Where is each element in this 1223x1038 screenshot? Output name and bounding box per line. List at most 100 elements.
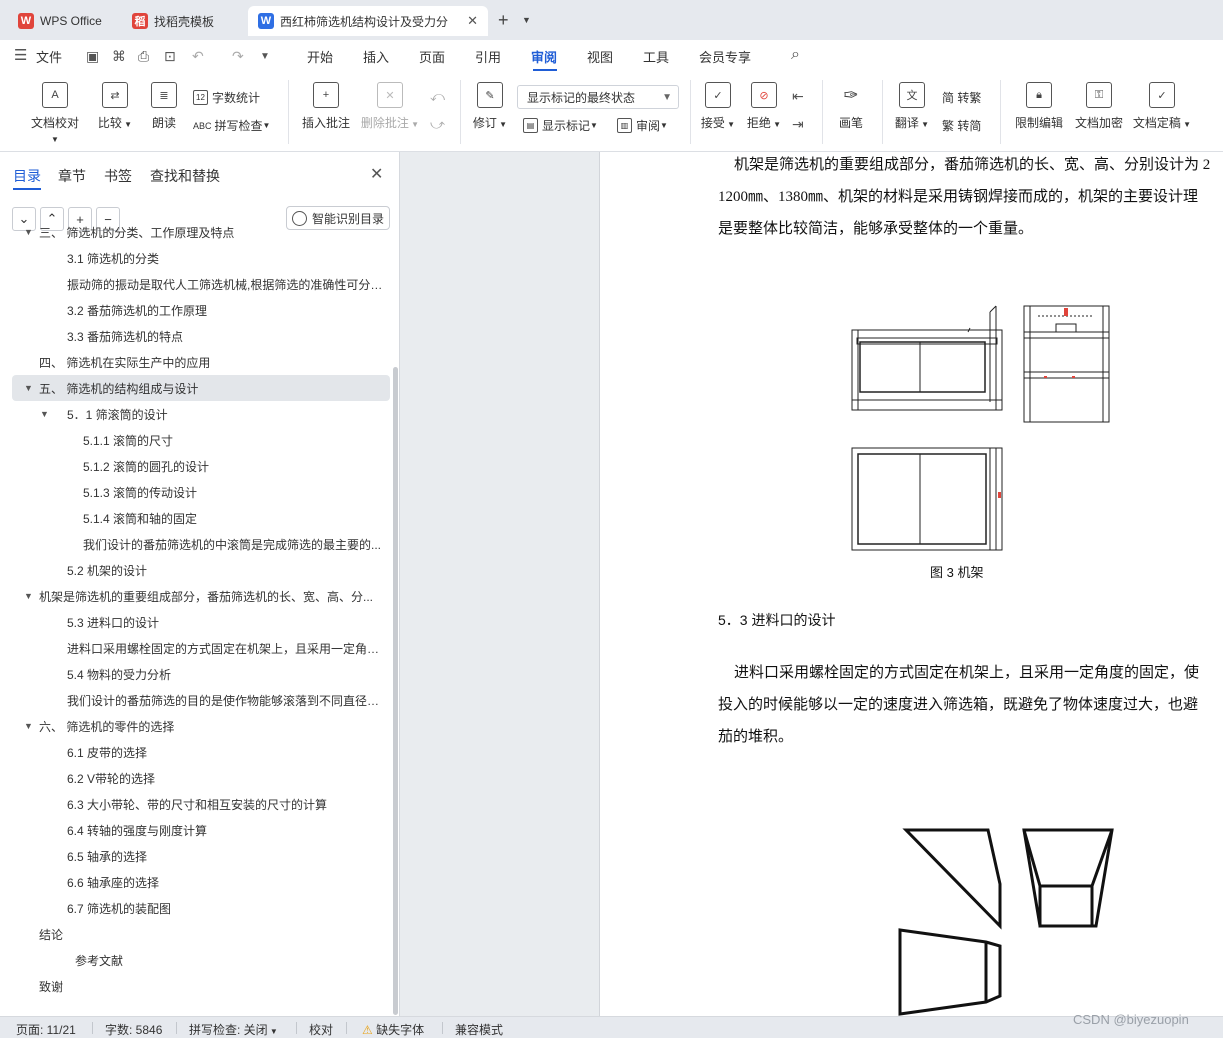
search-icon[interactable]: ⌕ <box>791 46 800 64</box>
toc-expand-chevron-icon[interactable]: ▼ <box>24 227 33 237</box>
toc-item[interactable]: 6.3 大小带轮、带的尺寸和相互安装的尺寸的计算 <box>12 791 390 817</box>
panel-tab-find-replace[interactable]: 查找和替换 <box>150 166 220 186</box>
quick-access-chevron-icon[interactable]: ▼ <box>260 51 270 62</box>
toc-item[interactable]: 致谢 <box>12 973 390 999</box>
word-count-button[interactable]: 12 字数统计 <box>193 89 260 106</box>
status-missing-font[interactable]: ⚠ 缺失字体 <box>362 1021 424 1038</box>
encrypt-button[interactable]: ⚿ 文档加密 <box>1070 82 1128 131</box>
toc-item[interactable]: ▼ 六、 筛选机的零件的选择 <box>12 713 390 739</box>
toc-expand-chevron-icon[interactable]: ▼ <box>24 721 33 731</box>
toc-item[interactable]: 我们设计的番茄筛选的目的是使作物能够滚落到不同直径的... <box>12 687 390 713</box>
restrict-edit-button[interactable]: 🔒︎ 限制编辑 <box>1010 82 1068 131</box>
toc-item[interactable]: ▼ 机架是筛选机的重要组成部分，番茄筛选机的长、宽、高、分... <box>12 583 390 609</box>
toc-item[interactable]: 6.4 转轴的强度与刚度计算 <box>12 817 390 843</box>
toc-item[interactable]: 6.7 筛选机的装配图 <box>12 895 390 921</box>
hamburger-icon[interactable]: ☰ <box>14 46 27 64</box>
toc-item[interactable]: 5.4 物料的受力分析 <box>12 661 390 687</box>
menu-home[interactable]: 开始 <box>307 47 333 66</box>
prev-change-icon[interactable]: ⇤ <box>792 88 804 105</box>
close-tab-icon[interactable]: ✕ <box>467 13 478 29</box>
menu-review[interactable]: 审阅 <box>531 47 557 66</box>
close-panel-icon[interactable]: ✕ <box>370 164 383 184</box>
panel-tab-chapters[interactable]: 章节 <box>58 166 86 186</box>
toc-expand-chevron-icon[interactable]: ▼ <box>24 383 33 393</box>
toc-item[interactable]: 6.5 轴承的选择 <box>12 843 390 869</box>
toc-item[interactable]: 6.2 V带轮的选择 <box>12 765 390 791</box>
menu-page[interactable]: 页面 <box>419 47 445 66</box>
toc-item[interactable]: 5.1.3 滚筒的传动设计 <box>12 479 390 505</box>
reject-button[interactable]: ⊘ 拒绝 ▼ <box>744 82 784 131</box>
finalize-button[interactable]: ✓ 文档定稿 ▼ <box>1130 82 1194 131</box>
tab-list-chevron-icon[interactable]: ▼ <box>522 15 531 25</box>
toc-item[interactable]: 3.3 番茄筛选机的特点 <box>12 323 390 349</box>
print-icon[interactable]: ⎙ <box>138 48 149 65</box>
to-traditional-button[interactable]: 简 转繁 <box>942 89 981 106</box>
save-icon[interactable]: ▣ <box>86 48 99 65</box>
menu-member[interactable]: 会员专享 <box>699 47 751 66</box>
menu-file[interactable]: 文件 <box>36 47 62 66</box>
read-aloud-button[interactable]: ≣ 朗读 <box>144 82 184 131</box>
toc-item[interactable]: 5.3 进料口的设计 <box>12 609 390 635</box>
show-markup-button[interactable]: ▤ 显示标记 ▼ <box>523 117 598 134</box>
spell-check-icon: ABC <box>193 120 212 131</box>
tab-document[interactable]: W 西红柿筛选机结构设计及受力分 ✕ <box>248 6 488 36</box>
toc-item[interactable]: 6.6 轴承座的选择 <box>12 869 390 895</box>
insert-comment-button[interactable]: + 插入批注 <box>298 82 354 131</box>
toc-expand-chevron-icon[interactable]: ▼ <box>40 409 49 419</box>
status-proofread[interactable]: 校对 <box>309 1021 333 1038</box>
toc-item[interactable]: 振动筛的振动是取代人工筛选机械,根据筛选的准确性可分为... <box>12 271 390 297</box>
toc-expand-chevron-icon[interactable]: ▼ <box>24 591 33 601</box>
spell-check-button[interactable]: ABC 拼写检查 ▼ <box>193 117 270 134</box>
toc-item[interactable]: 5.1.4 滚筒和轴的固定 <box>12 505 390 531</box>
toc-item[interactable]: 3.2 番茄筛选机的工作原理 <box>12 297 390 323</box>
compare-button[interactable]: ⇄ 比较 ▼ <box>92 82 138 131</box>
toc-item[interactable]: ▼ 5．1 筛滚筒的设计 <box>12 401 390 427</box>
toc-item[interactable]: ▼ 五、 筛选机的结构组成与设计 <box>12 375 390 401</box>
tab-template[interactable]: 稻 找稻壳模板 <box>122 6 240 36</box>
toc-item[interactable]: 6.1 皮带的选择 <box>12 739 390 765</box>
markup-state-select[interactable]: 显示标记的最终状态 ▼ <box>517 85 679 109</box>
undo-icon[interactable]: ↶ <box>192 48 204 65</box>
toc-item[interactable]: 5.1.1 滚筒的尺寸 <box>12 427 390 453</box>
toc-item[interactable]: 结论 <box>12 921 390 947</box>
tab-label: 找稻壳模板 <box>154 14 215 29</box>
toc-item[interactable]: ▼ 三、 筛选机的分类、工作原理及特点 <box>12 219 390 245</box>
share-icon[interactable]: ⌘ <box>112 48 126 65</box>
status-spell-check[interactable]: 拼写检查: 关闭 ▼ <box>189 1021 278 1038</box>
watermark-text: CSDN @biyezuopin <box>1073 1012 1189 1027</box>
delete-comment-button[interactable]: ✕ 删除批注 ▼ <box>360 82 420 131</box>
status-word-count[interactable]: 字数: 5846 <box>105 1021 162 1038</box>
prev-comment-icon[interactable]: ⤺ <box>430 88 445 105</box>
panel-tab-bookmarks[interactable]: 书签 <box>104 166 132 186</box>
status-page[interactable]: 页面: 11/21 <box>16 1021 76 1038</box>
doc-check-button[interactable]: A 文档校对 ▼ <box>26 82 84 145</box>
toc-item[interactable]: 5.1.2 滚筒的圆孔的设计 <box>12 453 390 479</box>
review-pane-button[interactable]: ▥ 审阅 ▼ <box>617 117 668 134</box>
translate-button[interactable]: 文 翻译 ▼ <box>890 82 934 131</box>
menu-references[interactable]: 引用 <box>475 47 501 66</box>
pen-button[interactable]: ✑ 画笔 <box>830 82 872 131</box>
menu-view[interactable]: 视图 <box>587 47 613 66</box>
new-tab-icon[interactable]: + <box>498 10 509 31</box>
chevron-down-icon: ▼ <box>662 91 672 103</box>
panel-tab-toc[interactable]: 目录 <box>13 166 41 186</box>
menu-tools[interactable]: 工具 <box>643 47 669 66</box>
next-change-icon[interactable]: ⇥ <box>792 116 804 133</box>
toc-item[interactable]: 四、 筛选机在实际生产中的应用 <box>12 349 390 375</box>
toc-item[interactable]: 5.2 机架的设计 <box>12 557 390 583</box>
toc-item[interactable]: 进料口采用螺栓固定的方式固定在机架上，且采用一定角度... <box>12 635 390 661</box>
next-comment-icon[interactable]: ⤻ <box>430 116 445 133</box>
tab-wps-office[interactable]: W WPS Office <box>8 6 118 36</box>
print-preview-icon[interactable]: ⊡ <box>164 48 176 65</box>
status-bar: 页面: 11/21 字数: 5846 拼写检查: 关闭 ▼ 校对 ⚠ 缺失字体 … <box>0 1016 1223 1038</box>
toc-item[interactable]: 3.1 筛选机的分类 <box>12 245 390 271</box>
to-simplified-button[interactable]: 繁 转简 <box>942 117 981 134</box>
accept-button[interactable]: ✓ 接受 ▼ <box>698 82 738 131</box>
menu-insert[interactable]: 插入 <box>363 47 389 66</box>
delete-comment-icon: ✕ <box>377 82 403 108</box>
panel-scrollbar[interactable] <box>393 367 398 1015</box>
toc-item[interactable]: 参考文献 <box>12 947 390 973</box>
redo-icon[interactable]: ↷ <box>232 48 244 65</box>
track-changes-button[interactable]: ✎ 修订 ▼ <box>468 82 512 131</box>
toc-item[interactable]: 我们设计的番茄筛选机的中滚筒是完成筛选的最主要的... <box>12 531 390 557</box>
